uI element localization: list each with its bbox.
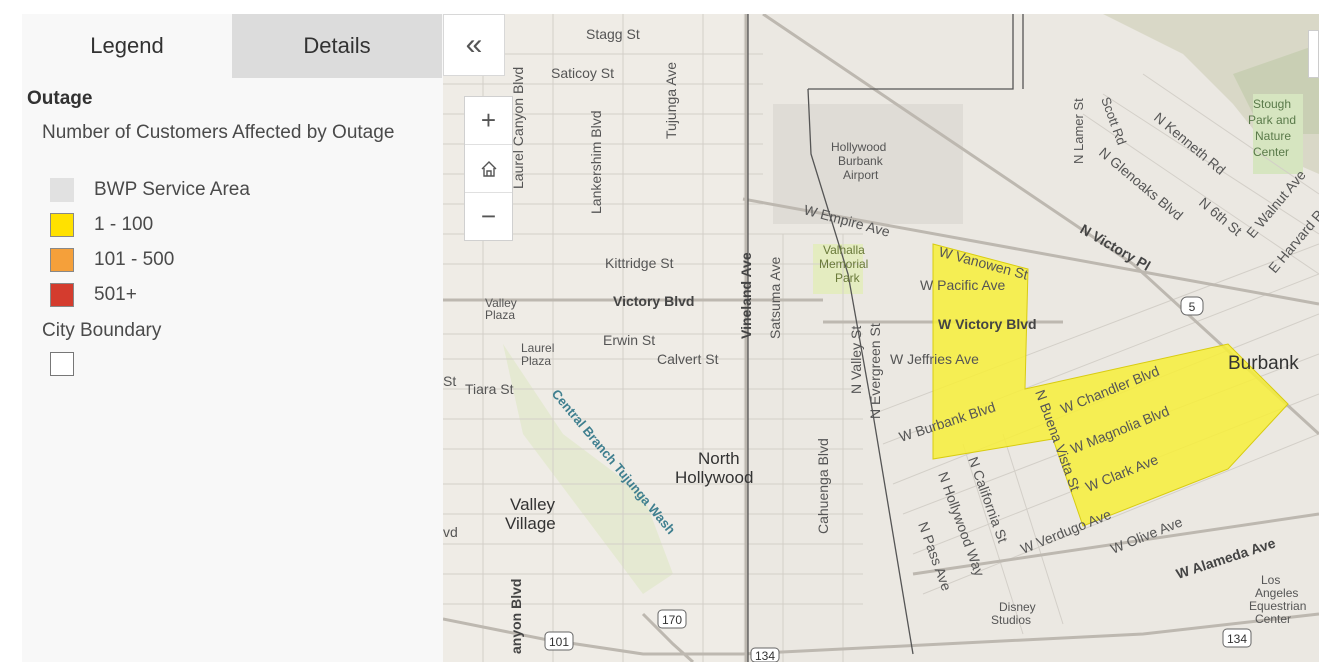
map-label: Park and <box>1248 113 1296 127</box>
map-label: N Evergreen St <box>867 323 883 419</box>
legend-swatch <box>50 178 74 202</box>
legend-item-label: 101 - 500 <box>94 249 175 270</box>
double-chevron-left-icon: « <box>465 28 483 61</box>
map-label: Valley <box>510 495 556 514</box>
collapse-panel-button[interactable]: « <box>443 14 505 76</box>
map-label: Memorial <box>819 257 868 271</box>
map-label: Hollywood <box>675 468 753 487</box>
map-label: Los <box>1261 573 1280 587</box>
legend-item-501-plus: 501+ <box>50 281 137 309</box>
legend-layer-title: Outage <box>27 88 93 109</box>
legend-item-label: 1 - 100 <box>94 214 154 235</box>
map-label: Equestrian <box>1249 599 1306 613</box>
map-label: Plaza <box>485 308 515 322</box>
zoom-controls: + − <box>464 96 513 241</box>
map-label: Burbank <box>1228 353 1299 374</box>
map-label: Center <box>1253 145 1289 159</box>
map-label: Disney <box>999 600 1036 614</box>
zoom-out-button[interactable]: − <box>465 192 512 240</box>
legend-swatch <box>50 213 74 237</box>
map-label: Airport <box>843 168 879 182</box>
map-label: Victory Blvd <box>613 293 694 309</box>
highway-shield: 101 <box>549 635 569 649</box>
map-label: Laurel <box>521 341 554 355</box>
highway-shield: 134 <box>755 649 775 662</box>
legend-item-label: BWP Service Area <box>94 179 250 200</box>
zoom-in-button[interactable]: + <box>465 97 512 144</box>
map-label: N Lamer St <box>1071 98 1086 164</box>
map-label: Park <box>835 271 861 285</box>
map-label: Saticoy St <box>551 65 614 81</box>
plus-icon: + <box>480 105 497 135</box>
tab-details[interactable]: Details <box>232 14 442 78</box>
map-label: Stough <box>1253 97 1291 111</box>
map-label: Burbank <box>838 154 884 168</box>
legend-swatch <box>50 248 74 272</box>
legend-item-city-boundary <box>50 350 74 378</box>
map-label: Studios <box>991 613 1031 627</box>
map-label: Village <box>505 514 556 533</box>
legend-boundary-title: City Boundary <box>42 320 162 341</box>
highway-shield: 170 <box>662 613 682 627</box>
map-label: Lankershim Blvd <box>588 111 604 215</box>
map-view[interactable]: Stagg St Saticoy St Laurel Canyon Blvd L… <box>443 14 1319 662</box>
legend-swatch <box>50 283 74 307</box>
side-panel: Legend Details Outage Number of Customer… <box>22 14 443 662</box>
map-label: Center <box>1255 612 1291 626</box>
legend-item-service-area: BWP Service Area <box>50 176 250 204</box>
panel-tabs: Legend Details <box>22 14 443 78</box>
map-label: W Jeffries Ave <box>890 351 979 367</box>
legend-item-101-500: 101 - 500 <box>50 246 174 274</box>
map-label: N Valley St <box>848 326 864 394</box>
map-label: Stagg St <box>586 26 640 42</box>
map-corner-widget[interactable] <box>1308 30 1319 78</box>
home-button[interactable] <box>465 144 512 192</box>
map-label: Erwin St <box>603 332 655 348</box>
highway-shield: 134 <box>1227 632 1247 646</box>
map-label: Calvert St <box>657 351 719 367</box>
map-app: Legend Details Outage Number of Customer… <box>0 0 1319 662</box>
map-label: Plaza <box>521 354 551 368</box>
home-icon <box>481 160 496 177</box>
map-label: vd <box>443 524 458 540</box>
map-label: W Pacific Ave <box>920 277 1006 293</box>
map-label: Tujunga Ave <box>663 62 679 139</box>
highway-shield: 5 <box>1189 300 1196 314</box>
map-label: North <box>698 449 740 468</box>
legend-item-label: 501+ <box>94 284 137 305</box>
legend-swatch <box>50 352 74 376</box>
map-label: Vineland Ave <box>738 252 754 339</box>
map-label: Hollywood <box>831 140 886 154</box>
map-label: Satsuma Ave <box>767 257 783 339</box>
map-label: Tiara St <box>465 381 514 397</box>
map-label: Cahuenga Blvd <box>815 438 831 534</box>
map-label: Kittridge St <box>605 255 674 271</box>
map-label: anyon Blvd <box>508 579 524 654</box>
tab-legend[interactable]: Legend <box>22 14 232 78</box>
map-label: Valhalla <box>823 243 865 257</box>
map-label: W Victory Blvd <box>938 316 1037 332</box>
map-label: Nature <box>1255 129 1291 143</box>
map-label: St <box>443 373 456 389</box>
minus-icon: − <box>480 201 497 231</box>
map-label: Angeles <box>1255 586 1298 600</box>
legend-field-title: Number of Customers Affected by Outage <box>42 122 395 143</box>
legend-item-1-100: 1 - 100 <box>50 211 153 239</box>
